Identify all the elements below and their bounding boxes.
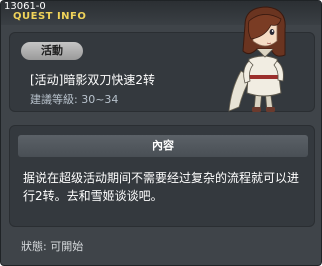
status-value: 可開始 <box>50 240 84 253</box>
quest-name: [活动]暗影双刀快速2转 <box>30 73 155 87</box>
content-header: 內容 <box>18 135 308 157</box>
level-label: 建議等級: <box>30 93 78 106</box>
npc-portrait <box>228 6 286 112</box>
quest-description: 据说在超级活动期间不需要经过复杂的流程就可以进行2转。去和雪姬谈谈吧。 <box>23 171 300 203</box>
recommended-level: 建議等級: 30~34 <box>30 93 118 106</box>
status-label: 狀態: <box>21 240 47 253</box>
quest-content-panel: 內容 据说在超级活动期间不需要经过复杂的流程就可以进行2转。去和雪姬谈谈吧。 <box>9 125 315 227</box>
level-range: 30~34 <box>81 93 119 106</box>
quest-status: 狀態: 可開始 <box>21 240 83 253</box>
category-badge: 活動 <box>21 42 83 60</box>
quest-info-window: 13061-0 QUEST INFO 活動 [活动]暗影双刀快速2转 建議等級:… <box>0 0 322 266</box>
window-title: QUEST INFO <box>13 11 87 22</box>
